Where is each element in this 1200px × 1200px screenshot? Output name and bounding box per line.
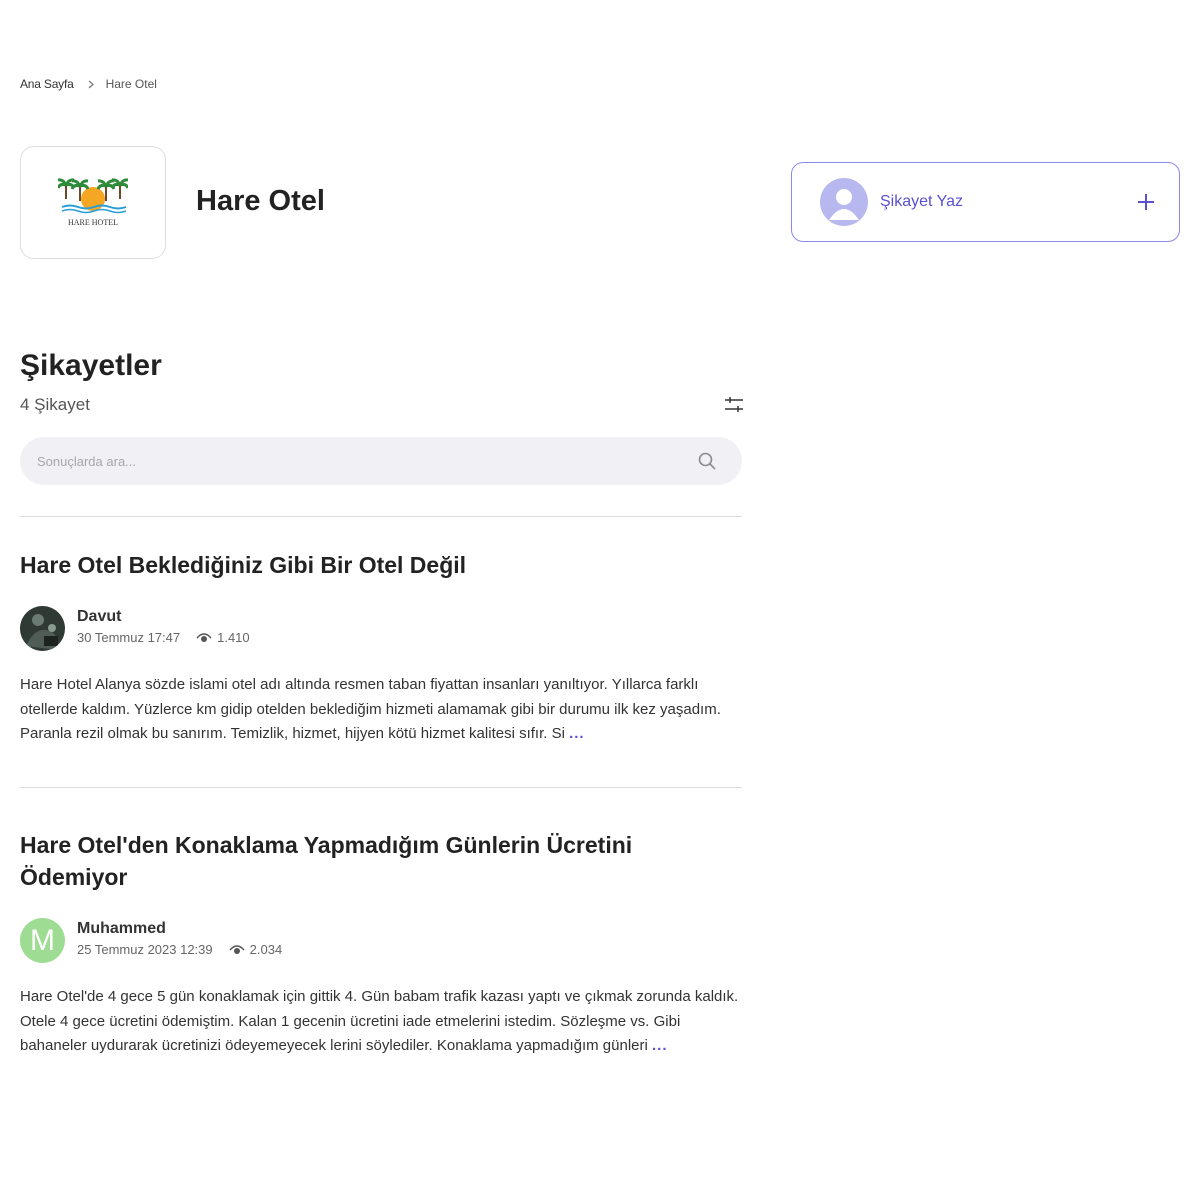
write-complaint-button[interactable]: Şikayet Yaz [791, 162, 1180, 242]
complaints-section-title: Şikayetler [20, 349, 162, 382]
complaint-excerpt: Hare Hotel Alanya sözde islami otel adı … [20, 676, 721, 742]
read-more-button[interactable]: ... [569, 725, 585, 742]
brand-title: Hare Otel [196, 185, 325, 217]
eye-icon [196, 632, 212, 644]
complaint-views: 1.410 [217, 630, 250, 645]
search-icon[interactable] [698, 452, 716, 470]
complaint-title[interactable]: Hare Otel Beklediğiniz Gibi Bir Otel Değ… [20, 549, 720, 581]
hare-hotel-logo-icon: HARE HOTEL [58, 177, 128, 227]
write-complaint-label: Şikayet Yaz [880, 193, 964, 210]
complaint-user-name[interactable]: Davut [77, 608, 121, 626]
breadcrumb: Ana Sayfa Hare Otel [20, 77, 157, 91]
sliders-icon[interactable] [724, 396, 744, 414]
divider [20, 516, 742, 517]
search-input[interactable] [37, 453, 698, 469]
breadcrumb-home-link[interactable]: Ana Sayfa [20, 77, 74, 91]
svg-text:HARE HOTEL: HARE HOTEL [68, 218, 118, 227]
complaint-date: 25 Temmuz 2023 12:39 [77, 942, 213, 957]
complaints-count: 4 Şikayet [20, 395, 90, 414]
user-avatar-placeholder-icon [820, 178, 868, 226]
eye-icon [229, 944, 245, 956]
chevron-right-icon [88, 80, 94, 89]
avatar[interactable]: M [20, 918, 65, 963]
avatar[interactable] [20, 606, 65, 651]
brand-logo: HARE HOTEL [20, 146, 166, 259]
read-more-button[interactable]: ... [652, 1037, 668, 1054]
breadcrumb-current: Hare Otel [105, 77, 157, 91]
complaint-meta: 30 Temmuz 17:47 1.410 [77, 630, 250, 645]
search-bar [20, 437, 742, 485]
complaint-excerpt: Hare Otel'de 4 gece 5 gün konaklamak içi… [20, 988, 739, 1054]
divider [20, 787, 742, 788]
complaint-user-name[interactable]: Muhammed [77, 920, 166, 938]
complaint-meta: 25 Temmuz 2023 12:39 2.034 [77, 942, 282, 957]
plus-icon [1137, 193, 1155, 211]
complaint-views: 2.034 [249, 942, 283, 957]
complaint-date: 30 Temmuz 17:47 [77, 630, 181, 645]
complaint-title[interactable]: Hare Otel'den Konaklama Yapmadığım Günle… [20, 829, 720, 893]
